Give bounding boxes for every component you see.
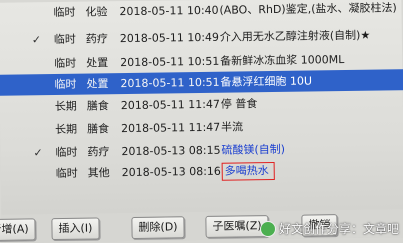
order-category: 膳食 xyxy=(86,99,109,113)
order-category: 化验 xyxy=(85,5,108,19)
checkmark: ✓ xyxy=(33,146,43,160)
order-time: 2018-05-11 10:51 xyxy=(120,75,220,91)
order-time: 2018-05-13 08:15 xyxy=(121,143,221,159)
order-category: 膳食 xyxy=(87,122,110,136)
order-time: 2018-05-11 10:49 xyxy=(119,30,220,46)
order-type: 临时 xyxy=(55,145,78,160)
order-row[interactable]: ✓ 临时 药疗 2018-05-11 10:49 介入用无水乙醇注射液(自制)★ xyxy=(0,24,403,51)
order-row[interactable]: 长期 膳食 2018-05-11 11:47 停 普食 xyxy=(0,91,403,118)
order-row[interactable]: 临时 化验 2018-05-11 10:40 (ABO、RhD)鉴定,(盐水、凝… xyxy=(0,0,403,24)
order-content: 介入用无水乙醇注射液(自制)★ xyxy=(219,28,371,44)
watermark: 好文创作分享：文章吧 xyxy=(259,220,399,237)
order-time: 2018-05-11 11:47 xyxy=(120,97,220,113)
checkmark: ✓ xyxy=(31,33,42,47)
order-category: 其他 xyxy=(87,166,110,180)
order-row[interactable]: 临时 其他 2018-05-13 08:16 多喝热水 xyxy=(1,158,403,185)
order-time: 2018-05-11 10:40 xyxy=(119,3,219,19)
order-time: 2018-05-11 10:51 xyxy=(120,54,220,70)
order-type: 临时 xyxy=(53,32,76,47)
order-content: 半流 xyxy=(221,120,244,134)
order-content: 备悬浮红细胞 10U xyxy=(220,74,313,89)
order-type: 临时 xyxy=(53,5,76,20)
watermark-logo-icon xyxy=(259,220,276,237)
order-type: 长期 xyxy=(54,99,77,114)
order-type: 临时 xyxy=(55,166,78,181)
order-content: 硫酸镁(自制) xyxy=(221,142,286,157)
order-time: 2018-05-11 11:47 xyxy=(121,120,221,136)
add-button[interactable]: 新增(A) xyxy=(0,218,36,242)
delete-button[interactable]: 删除(D) xyxy=(131,216,185,239)
order-category: 药疗 xyxy=(87,145,110,159)
order-time: 2018-05-13 08:16 xyxy=(121,164,221,180)
order-list-window: 临时 化验 2018-05-11 10:40 (ABO、RhD)鉴定,(盐水、凝… xyxy=(0,0,403,243)
watermark-text: 好文创作分享：文章吧 xyxy=(278,222,399,236)
order-type: 长期 xyxy=(55,122,78,137)
order-row[interactable]: 长期 膳食 2018-05-11 11:47 半流 xyxy=(0,114,403,141)
order-category: 药疗 xyxy=(85,32,108,46)
order-category: 处置 xyxy=(86,56,109,70)
order-type: 临时 xyxy=(54,56,77,71)
insert-button[interactable]: 插入(I) xyxy=(51,217,100,241)
order-content: 备新鲜冰冻血浆 1000ML xyxy=(220,53,345,68)
order-type: 临时 xyxy=(54,77,77,92)
order-category: 处置 xyxy=(86,77,109,91)
order-content: (ABO、RhD)鉴定,(盐水、凝胶柱法) xyxy=(219,1,397,17)
order-content: 停 普食 xyxy=(220,97,258,111)
order-content-highlighted: 多喝热水 xyxy=(221,161,275,181)
